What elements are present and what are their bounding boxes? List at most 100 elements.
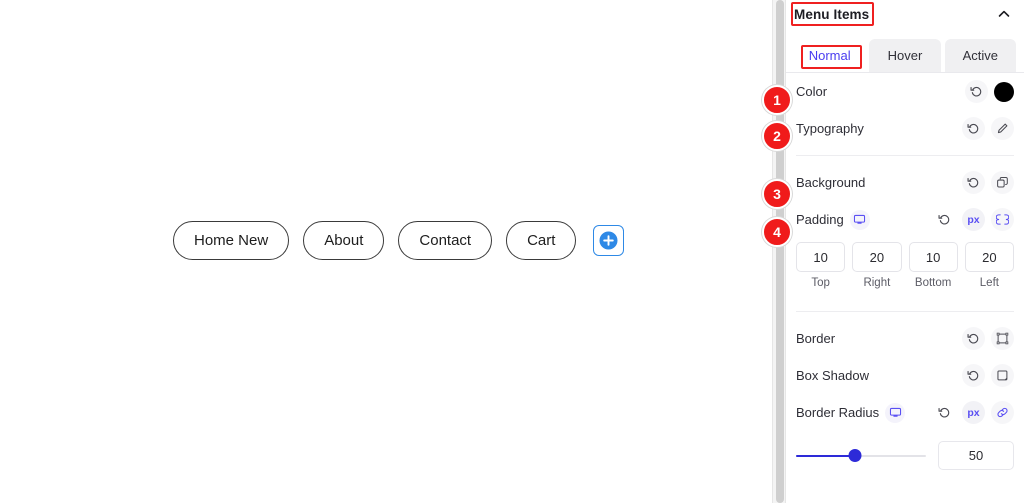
- reset-icon: [938, 407, 950, 418]
- padding-right-input[interactable]: 20: [852, 242, 902, 272]
- copy-layers-icon: [997, 176, 1008, 188]
- editor-screen: Home New About Contact Cart Menu Items N…: [0, 0, 1024, 503]
- tab-label: Active: [962, 48, 999, 63]
- slider-track-fill: [796, 454, 855, 457]
- padding-top-input[interactable]: 10: [796, 242, 846, 272]
- padding-top-cell: 10 Top: [796, 242, 846, 289]
- preview-canvas: Home New About Contact Cart: [0, 0, 772, 503]
- padding-right-label: Right: [863, 277, 891, 289]
- padding-unit-button[interactable]: px: [962, 208, 985, 231]
- border-radius-unit-button[interactable]: px: [962, 401, 985, 424]
- border-radius-link-button[interactable]: [991, 401, 1014, 424]
- border-radius-slider-row: 50: [786, 431, 1024, 470]
- link-corners-icon: [997, 407, 1008, 418]
- typography-edit-button[interactable]: [991, 117, 1014, 140]
- menu-item-cart[interactable]: Cart: [506, 221, 577, 260]
- panel-scrollbar[interactable]: [772, 0, 786, 503]
- control-row-padding: Padding px: [786, 201, 1024, 238]
- padding-reset-button[interactable]: [933, 208, 956, 231]
- control-row-color: Color: [786, 73, 1024, 110]
- typography-label: Typography: [796, 121, 864, 136]
- link-sides-icon: [996, 214, 1009, 225]
- menu-item-label: Cart: [527, 232, 556, 249]
- plus-circle-icon: [599, 231, 618, 250]
- state-tabs: Normal Hover Active: [786, 28, 1024, 72]
- padding-left-label: Left: [979, 277, 999, 289]
- nav-menu: Home New About Contact Cart: [173, 221, 625, 260]
- scrollbar-thumb[interactable]: [776, 0, 784, 503]
- annotation-badge-2: 2: [762, 121, 792, 151]
- padding-bottom-cell: 10 Bottom: [908, 242, 958, 289]
- menu-item-label: About: [324, 232, 364, 249]
- padding-bottom-input[interactable]: 10: [908, 242, 958, 272]
- padding-link-button[interactable]: [991, 208, 1014, 231]
- control-row-box-shadow: Box Shadow: [786, 357, 1024, 394]
- badge-number: 1: [773, 92, 781, 108]
- menu-item-about[interactable]: About: [303, 221, 385, 260]
- desktop-icon: [854, 214, 866, 224]
- collapse-section-button[interactable]: [996, 6, 1012, 22]
- padding-left-cell: 20 Left: [964, 242, 1014, 289]
- shadow-box-icon: [997, 370, 1008, 381]
- border-type-button[interactable]: [991, 327, 1014, 350]
- tab-normal[interactable]: Normal: [794, 39, 866, 72]
- padding-left-input[interactable]: 20: [964, 242, 1014, 272]
- color-swatch-button[interactable]: [994, 81, 1014, 102]
- style-settings-panel: Menu Items Normal Hover Active Color Typ…: [786, 0, 1024, 503]
- badge-number: 4: [773, 224, 781, 240]
- menu-item-label: Home New: [194, 232, 269, 249]
- control-row-typography: Typography: [786, 110, 1024, 147]
- annotation-badge-1: 1: [762, 85, 792, 115]
- border-radius-reset-button[interactable]: [933, 401, 956, 424]
- color-reset-button[interactable]: [965, 80, 988, 103]
- background-reset-button[interactable]: [962, 171, 985, 194]
- reset-icon: [967, 177, 979, 188]
- background-label: Background: [796, 175, 866, 190]
- section-divider: [796, 311, 1014, 312]
- border-label: Border: [796, 331, 836, 346]
- background-type-button[interactable]: [991, 171, 1014, 194]
- padding-right-cell: 20 Right: [852, 242, 902, 289]
- annotation-badge-4: 4: [762, 217, 792, 247]
- border-radius-device-button[interactable]: [885, 402, 906, 423]
- tab-label: Hover: [887, 48, 923, 63]
- pencil-icon: [997, 123, 1008, 134]
- tab-label: Normal: [808, 48, 851, 63]
- border-box-icon: [996, 332, 1009, 345]
- control-row-background: Background: [786, 164, 1024, 201]
- menu-item-label: Contact: [419, 232, 472, 249]
- section-divider: [796, 155, 1014, 156]
- reset-icon: [967, 370, 979, 381]
- chevron-up-icon: [998, 10, 1010, 17]
- border-radius-value-input[interactable]: 50: [938, 441, 1014, 470]
- padding-inputs: 10 Top 20 Right 10 Bottom 20 Left: [786, 238, 1024, 289]
- tab-active[interactable]: Active: [944, 39, 1016, 72]
- color-label: Color: [796, 84, 828, 99]
- slider-thumb[interactable]: [848, 449, 861, 462]
- padding-label: Padding: [796, 212, 844, 227]
- badge-number: 2: [773, 128, 781, 144]
- reset-icon: [967, 123, 979, 134]
- menu-item-home-new[interactable]: Home New: [173, 221, 290, 260]
- annotation-badge-3: 3: [762, 179, 792, 209]
- reset-icon: [967, 333, 979, 344]
- box-shadow-type-button[interactable]: [991, 364, 1014, 387]
- tab-hover[interactable]: Hover: [869, 39, 941, 72]
- padding-device-button[interactable]: [849, 209, 870, 230]
- box-shadow-reset-button[interactable]: [962, 364, 985, 387]
- box-shadow-label: Box Shadow: [796, 368, 869, 383]
- border-radius-label: Border Radius: [796, 405, 880, 420]
- add-menu-item-button[interactable]: [593, 225, 625, 256]
- panel-header: Menu Items: [786, 0, 1024, 28]
- menu-item-contact[interactable]: Contact: [398, 221, 493, 260]
- reset-icon: [970, 86, 982, 97]
- padding-top-label: Top: [811, 277, 830, 289]
- border-radius-slider[interactable]: [796, 448, 926, 464]
- desktop-icon: [889, 407, 901, 417]
- typography-reset-button[interactable]: [962, 117, 985, 140]
- page-title: Menu Items: [794, 6, 870, 22]
- control-row-border: Border: [786, 320, 1024, 357]
- border-reset-button[interactable]: [962, 327, 985, 350]
- reset-icon: [938, 214, 950, 225]
- control-row-border-radius: Border Radius px: [786, 394, 1024, 431]
